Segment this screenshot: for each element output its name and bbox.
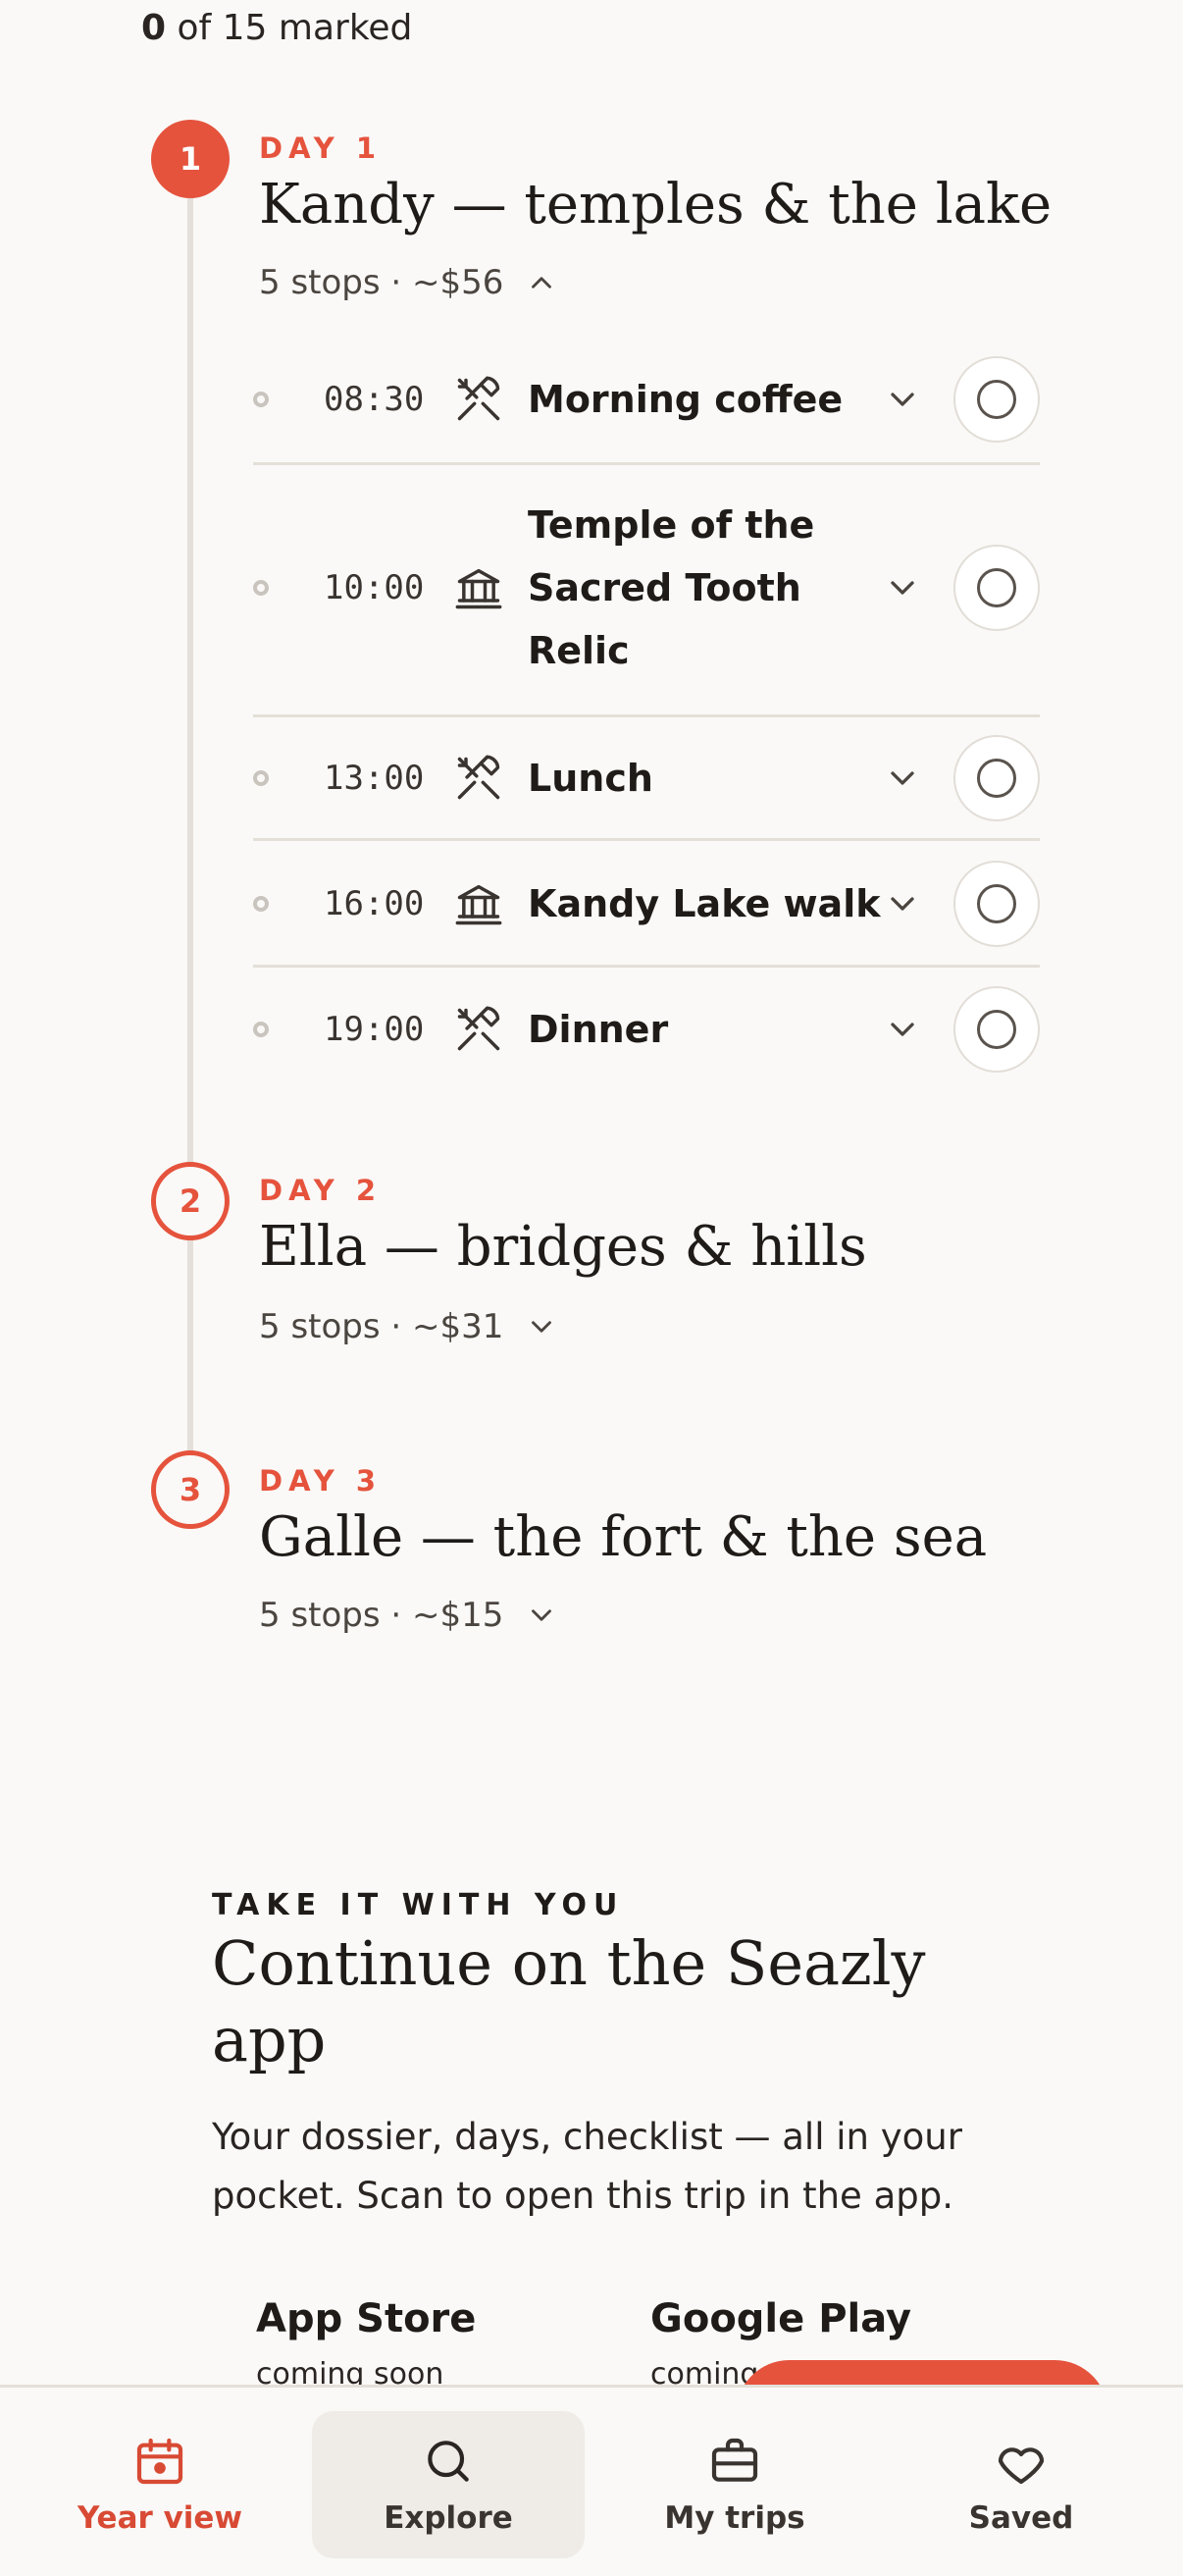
stop-row[interactable]: 08:30 Morning coffee: [253, 355, 1040, 444]
chevron-up-icon[interactable]: [525, 266, 558, 299]
stop-time: 16:00: [324, 884, 425, 923]
stop-name: Morning coffee: [528, 378, 844, 421]
divider: [253, 462, 1040, 465]
circle-icon: [977, 380, 1016, 419]
stop-name: Lunch: [528, 757, 653, 800]
tab-saved[interactable]: Saved: [889, 2411, 1154, 2558]
timeline-line: [187, 167, 193, 1462]
chevron-down-icon[interactable]: [525, 1310, 558, 1343]
day-3-meta[interactable]: 5 stops · ~$15: [259, 1596, 558, 1635]
landmark-icon: [453, 878, 504, 929]
stop-marker: [253, 1022, 269, 1037]
day-3-title[interactable]: Galle — the fort & the sea: [259, 1505, 987, 1569]
stop-check-button[interactable]: [953, 861, 1040, 947]
chevron-down-icon[interactable]: [883, 380, 922, 419]
tab-year-view[interactable]: Year view: [27, 2411, 292, 2558]
stop-check-button[interactable]: [953, 735, 1040, 821]
promo-eyebrow: TAKE IT WITH YOU: [212, 1888, 625, 1922]
stop-marker: [253, 896, 269, 912]
day-3-meta-text: 5 stops · ~$15: [259, 1596, 504, 1635]
utensils-crossed-icon: [453, 374, 504, 425]
circle-icon: [977, 1010, 1016, 1049]
day-1-label: DAY 1: [259, 131, 383, 165]
day-1-badge: 1: [151, 120, 230, 198]
utensils-crossed-icon: [453, 1004, 504, 1055]
day-2-badge: 2: [151, 1162, 230, 1240]
day-2-meta-text: 5 stops · ~$31: [259, 1307, 504, 1346]
chevron-down-icon[interactable]: [883, 884, 922, 923]
stop-row[interactable]: 16:00 Kandy Lake walk: [253, 860, 1040, 948]
day-1-meta[interactable]: 5 stops · ~$56: [259, 263, 558, 302]
stop-name: Kandy Lake walk: [528, 882, 881, 925]
stop-marker: [253, 770, 269, 786]
stop-time: 13:00: [324, 759, 425, 798]
promo-title: Continue on the Seazly app: [212, 1927, 926, 2076]
heart-icon: [994, 2434, 1049, 2489]
stop-marker: [253, 392, 269, 407]
app-store-title[interactable]: App Store: [256, 2296, 476, 2341]
stop-name: Dinner: [528, 1008, 669, 1051]
tab-my-trips[interactable]: My trips: [602, 2411, 867, 2558]
stop-row[interactable]: 13:00 Lunch: [253, 734, 1040, 822]
chevron-down-icon[interactable]: [883, 1010, 922, 1049]
tab-explore[interactable]: Explore: [312, 2411, 585, 2558]
stop-check-button[interactable]: [953, 356, 1040, 443]
stop-time: 10:00: [324, 568, 425, 607]
tab-label: Year view: [77, 2500, 243, 2536]
divider: [253, 965, 1040, 968]
day-1-meta-text: 5 stops · ~$56: [259, 263, 504, 302]
landmark-icon: [453, 562, 504, 613]
stop-marker: [253, 580, 269, 596]
day-1-title[interactable]: Kandy — temples & the lake: [259, 173, 1052, 237]
stop-check-button[interactable]: [953, 986, 1040, 1073]
google-play-title[interactable]: Google Play: [650, 2296, 911, 2341]
bottom-tab-bar: Year view Explore My trips Saved: [0, 2385, 1183, 2576]
stop-check-button[interactable]: [953, 545, 1040, 631]
day-2-meta[interactable]: 5 stops · ~$31: [259, 1307, 558, 1346]
chevron-down-icon[interactable]: [883, 759, 922, 798]
chevron-down-icon[interactable]: [525, 1599, 558, 1632]
circle-icon: [977, 884, 1016, 923]
marked-text: of 15 marked: [166, 8, 413, 48]
chevron-down-icon[interactable]: [883, 568, 922, 607]
day-3-badge: 3: [151, 1450, 230, 1529]
promo-body: Your dossier, days, checklist — all in y…: [212, 2116, 962, 2217]
circle-icon: [977, 759, 1016, 798]
divider: [253, 714, 1040, 717]
tab-label: Saved: [968, 2500, 1074, 2536]
stop-name: Temple of the Sacred Tooth Relic: [528, 503, 815, 672]
stop-row[interactable]: 10:00 Temple of the Sacred Tooth Relic: [253, 493, 1040, 683]
utensils-crossed-icon: [453, 753, 504, 804]
divider: [253, 838, 1040, 841]
stop-row[interactable]: 19:00 Dinner: [253, 985, 1040, 1074]
calendar-icon: [132, 2434, 187, 2489]
tab-label: Explore: [384, 2500, 513, 2536]
stop-time: 19:00: [324, 1010, 425, 1049]
search-icon: [421, 2434, 476, 2489]
day-2-title[interactable]: Ella — bridges & hills: [259, 1215, 867, 1279]
marked-count: 0: [141, 8, 167, 48]
day-3-label: DAY 3: [259, 1464, 383, 1498]
briefcase-icon: [707, 2434, 762, 2489]
stop-time: 08:30: [324, 380, 425, 419]
marked-progress: 0 of 15 marked: [141, 8, 412, 48]
tab-label: My trips: [664, 2500, 805, 2536]
day-2-label: DAY 2: [259, 1174, 383, 1207]
circle-icon: [977, 568, 1016, 607]
